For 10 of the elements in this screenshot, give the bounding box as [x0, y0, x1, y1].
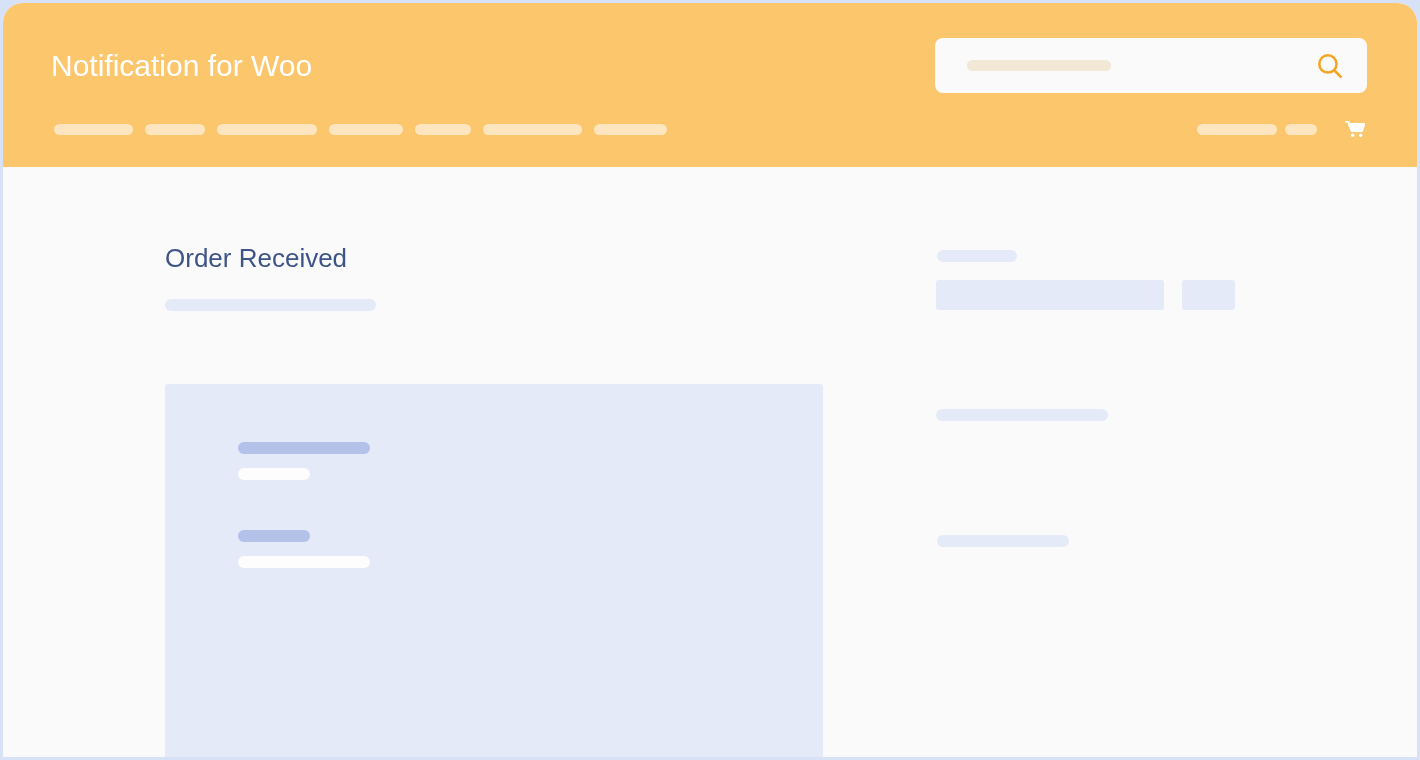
search-field[interactable]: [935, 38, 1367, 93]
menu-placeholder-bar: [1285, 123, 1317, 135]
page-heading: Order Received: [165, 242, 349, 275]
site-title: Notification for Woo: [51, 47, 313, 84]
menu-placeholder-bar: [145, 123, 205, 135]
text-placeholder-bar: [238, 530, 310, 542]
text-placeholder-bar: [238, 468, 310, 480]
menu-placeholder-bar: [415, 123, 471, 135]
search-icon[interactable]: [1318, 53, 1342, 78]
cart-icon[interactable]: [1345, 121, 1365, 137]
